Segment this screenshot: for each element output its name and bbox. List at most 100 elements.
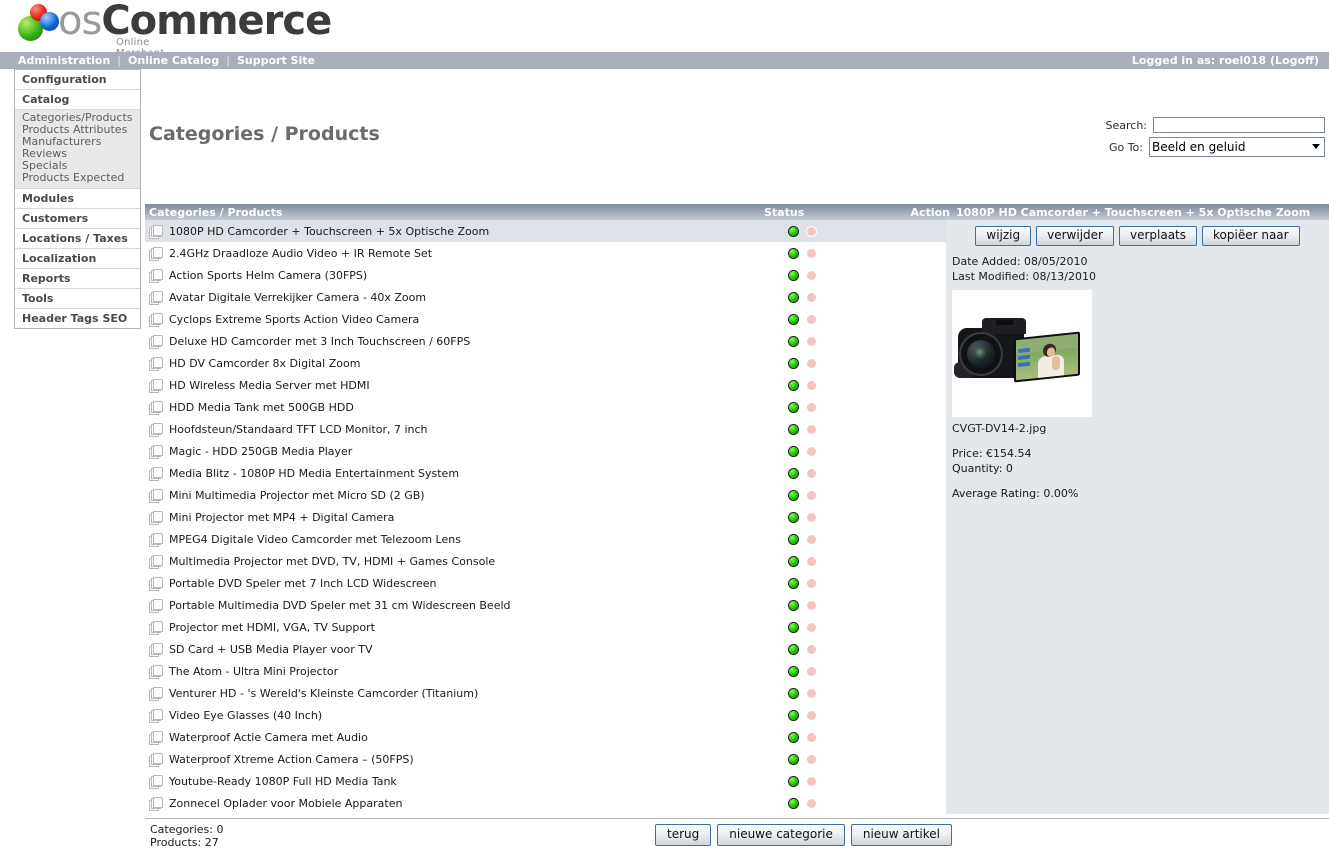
product-name-label[interactable]: Youtube-Ready 1080P Full HD Media Tank — [169, 775, 397, 788]
move-button[interactable]: verplaats — [1118, 226, 1198, 246]
sidebar-subitem-products-expected[interactable]: Products Expected — [15, 172, 140, 184]
status-inactive-icon[interactable] — [807, 578, 816, 588]
table-row[interactable]: Waterproof Actie Camera met Audioi — [145, 726, 975, 748]
status-inactive-icon[interactable] — [807, 798, 816, 808]
status-inactive-icon[interactable] — [807, 468, 816, 478]
table-row[interactable]: Waterproof Xtreme Action Camera – (50FPS… — [145, 748, 975, 770]
table-row[interactable]: Projector met HDMI, VGA, TV Supporti — [145, 616, 975, 638]
status-active-icon[interactable] — [789, 798, 798, 808]
status-inactive-icon[interactable] — [807, 732, 816, 742]
product-name-label[interactable]: Action Sports Helm Camera (30FPS) — [169, 269, 367, 282]
table-row[interactable]: Media Blitz - 1080P HD Media Entertainme… — [145, 462, 975, 484]
status-inactive-icon[interactable] — [807, 644, 816, 654]
status-inactive-icon[interactable] — [807, 226, 816, 236]
table-row[interactable]: Multimedia Projector met DVD, TV, HDMI +… — [145, 550, 975, 572]
sidebar-item-reports[interactable]: Reports — [15, 268, 140, 289]
new-product-button[interactable]: nieuw artikel — [850, 824, 952, 846]
search-input[interactable] — [1153, 117, 1325, 133]
status-active-icon[interactable] — [789, 358, 798, 368]
product-name-label[interactable]: MPEG4 Digitale Video Camcorder met Telez… — [169, 533, 461, 546]
status-inactive-icon[interactable] — [807, 314, 816, 324]
status-inactive-icon[interactable] — [807, 688, 816, 698]
product-name-label[interactable]: Waterproof Actie Camera met Audio — [169, 731, 368, 744]
product-name-label[interactable]: Magic - HDD 250GB Media Player — [169, 445, 352, 458]
table-row[interactable]: Mini Projector met MP4 + Digital Camerai — [145, 506, 975, 528]
status-inactive-icon[interactable] — [807, 336, 816, 346]
status-inactive-icon[interactable] — [807, 600, 816, 610]
table-row[interactable]: The Atom - Ultra Mini Projectori — [145, 660, 975, 682]
status-active-icon[interactable] — [789, 336, 798, 346]
table-row[interactable]: 1080P HD Camcorder + Touchscreen + 5x Op… — [145, 220, 974, 242]
table-row[interactable]: Portable Multimedia DVD Speler met 31 cm… — [145, 594, 975, 616]
sidebar-item-header-tags-seo[interactable]: Header Tags SEO — [15, 308, 140, 328]
product-name-label[interactable]: Mini Multimedia Projector met Micro SD (… — [169, 489, 425, 502]
table-row[interactable]: Portable DVD Speler met 7 Inch LCD Wides… — [145, 572, 975, 594]
goto-select[interactable]: Beeld en geluid — [1149, 137, 1325, 157]
table-row[interactable]: HD DV Camcorder 8x Digital Zoomi — [145, 352, 975, 374]
table-row[interactable]: Venturer HD - 's Wereld's Kleinste Camco… — [145, 682, 975, 704]
sidebar-item-configuration[interactable]: Configuration — [15, 70, 140, 90]
status-active-icon[interactable] — [789, 490, 798, 500]
product-name-label[interactable]: HDD Media Tank met 500GB HDD — [169, 401, 354, 414]
status-active-icon[interactable] — [789, 446, 798, 456]
status-inactive-icon[interactable] — [807, 710, 816, 720]
status-active-icon[interactable] — [789, 644, 798, 654]
status-inactive-icon[interactable] — [807, 424, 816, 434]
status-inactive-icon[interactable] — [807, 534, 816, 544]
status-active-icon[interactable] — [789, 688, 798, 698]
status-inactive-icon[interactable] — [807, 754, 816, 764]
status-active-icon[interactable] — [789, 292, 798, 302]
status-inactive-icon[interactable] — [807, 380, 816, 390]
table-row[interactable]: Video Eye Glasses (40 Inch)i — [145, 704, 975, 726]
product-name-label[interactable]: Media Blitz - 1080P HD Media Entertainme… — [169, 467, 459, 480]
table-row[interactable]: Youtube-Ready 1080P Full HD Media Tanki — [145, 770, 975, 792]
status-inactive-icon[interactable] — [807, 270, 816, 280]
status-inactive-icon[interactable] — [807, 490, 816, 500]
product-name-label[interactable]: Cyclops Extreme Sports Action Video Came… — [169, 313, 419, 326]
table-row[interactable]: Mini Multimedia Projector met Micro SD (… — [145, 484, 975, 506]
status-inactive-icon[interactable] — [807, 402, 816, 412]
sidebar-item-tools[interactable]: Tools — [15, 288, 140, 309]
nav-item-online-catalog[interactable]: Online Catalog — [128, 54, 219, 67]
table-row[interactable]: Cyclops Extreme Sports Action Video Came… — [145, 308, 975, 330]
back-button[interactable]: terug — [655, 824, 712, 846]
product-name-label[interactable]: 2.4GHz Draadloze Audio Video + IR Remote… — [169, 247, 432, 260]
table-row[interactable]: MPEG4 Digitale Video Camcorder met Telez… — [145, 528, 975, 550]
status-inactive-icon[interactable] — [807, 622, 816, 632]
status-active-icon[interactable] — [789, 424, 798, 434]
status-inactive-icon[interactable] — [807, 358, 816, 368]
product-name-label[interactable]: Venturer HD - 's Wereld's Kleinste Camco… — [169, 687, 478, 700]
product-name-label[interactable]: Deluxe HD Camcorder met 3 Inch Touchscre… — [169, 335, 470, 348]
product-name-label[interactable]: Projector met HDMI, VGA, TV Support — [169, 621, 375, 634]
product-name-label[interactable]: The Atom - Ultra Mini Projector — [169, 665, 338, 678]
product-name-label[interactable]: Portable DVD Speler met 7 Inch LCD Wides… — [169, 577, 437, 590]
status-inactive-icon[interactable] — [807, 446, 816, 456]
session-status[interactable]: Logged in as: roel018 (Logoff) — [1132, 54, 1319, 67]
status-active-icon[interactable] — [789, 622, 798, 632]
edit-button[interactable]: wijzig — [975, 226, 1032, 246]
status-active-icon[interactable] — [789, 776, 798, 786]
delete-button[interactable]: verwijder — [1036, 226, 1114, 246]
table-row[interactable]: HDD Media Tank met 500GB HDDi — [145, 396, 975, 418]
status-inactive-icon[interactable] — [807, 248, 816, 258]
nav-item-support-site[interactable]: Support Site — [237, 54, 315, 67]
status-active-icon[interactable] — [789, 270, 798, 280]
sidebar-item-locations-taxes[interactable]: Locations / Taxes — [15, 228, 140, 249]
product-name-label[interactable]: HD Wireless Media Server met HDMI — [169, 379, 370, 392]
status-active-icon[interactable] — [789, 512, 798, 522]
status-active-icon[interactable] — [789, 468, 798, 478]
status-active-icon[interactable] — [789, 556, 798, 566]
product-name-label[interactable]: Waterproof Xtreme Action Camera – (50FPS… — [169, 753, 414, 766]
sidebar-item-modules[interactable]: Modules — [15, 188, 140, 209]
table-row[interactable]: Deluxe HD Camcorder met 3 Inch Touchscre… — [145, 330, 975, 352]
product-name-label[interactable]: Video Eye Glasses (40 Inch) — [169, 709, 322, 722]
status-active-icon[interactable] — [789, 710, 798, 720]
sidebar-item-customers[interactable]: Customers — [15, 208, 140, 229]
table-row[interactable]: Action Sports Helm Camera (30FPS)i — [145, 264, 975, 286]
table-row[interactable]: 2.4GHz Draadloze Audio Video + IR Remote… — [145, 242, 975, 264]
product-name-label[interactable]: Portable Multimedia DVD Speler met 31 cm… — [169, 599, 511, 612]
table-row[interactable]: SD Card + USB Media Player voor TVi — [145, 638, 975, 660]
table-row[interactable]: Zonnecel Oplader voor Mobiele Apparateni — [145, 792, 975, 814]
table-row[interactable]: HD Wireless Media Server met HDMIi — [145, 374, 975, 396]
product-name-label[interactable]: Multimedia Projector met DVD, TV, HDMI +… — [169, 555, 495, 568]
